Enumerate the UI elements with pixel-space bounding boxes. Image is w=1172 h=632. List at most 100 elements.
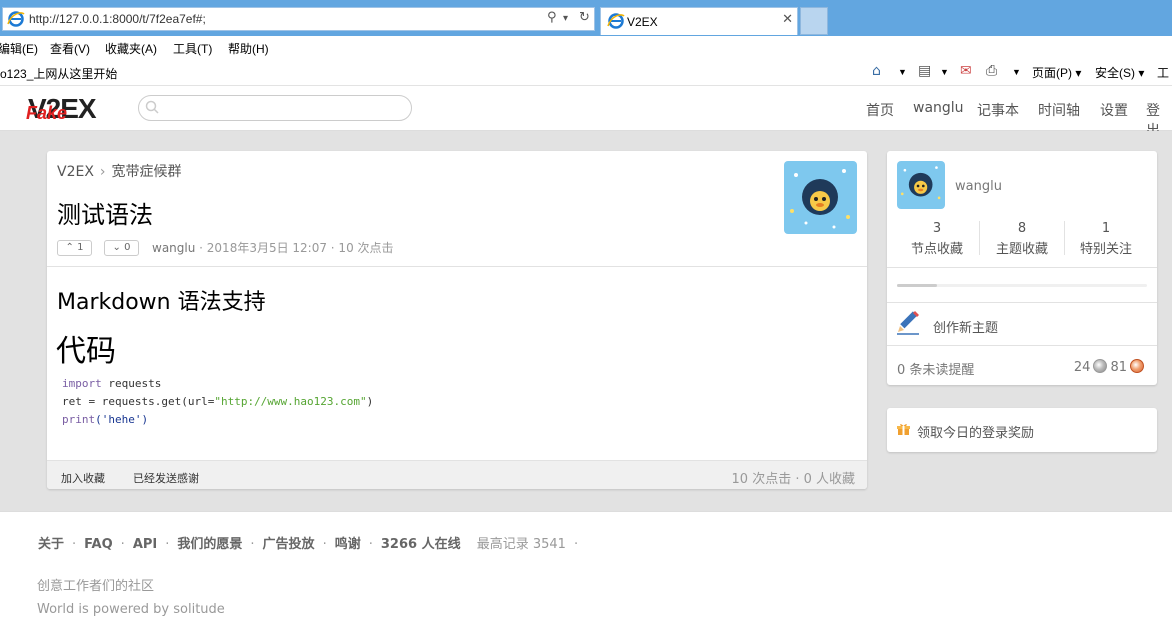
address-text[interactable]: http://127.0.0.1:8000/t/7f2ea7ef#;: [29, 12, 206, 26]
stat-number: 1: [1101, 221, 1111, 236]
print-dropdown-icon[interactable]: ▼: [1012, 67, 1021, 77]
stat-following[interactable]: 1 特别关注: [1063, 221, 1149, 257]
stat-label: 节点收藏: [910, 242, 963, 257]
topic-meta-info: · 2018年3月5日 12:07 · 10 次点击: [195, 241, 394, 255]
topic-footer: 加入收藏 已经发送感谢 10 次点击 · 0 人收藏: [47, 460, 867, 489]
footer-thanks-link[interactable]: 鸣谢: [335, 537, 361, 552]
unread-notifications-link[interactable]: 0 条未读提醒: [897, 359, 974, 378]
breadcrumb-node[interactable]: 宽带症候群: [112, 164, 182, 180]
progress-fill: [897, 284, 937, 287]
code-function: print: [62, 413, 96, 426]
stat-node-favorites[interactable]: 3 节点收藏: [894, 221, 980, 257]
author-avatar[interactable]: [784, 161, 857, 234]
home-dropdown-icon[interactable]: ▼: [898, 67, 907, 77]
topic-stats: 10 次点击 · 0 人收藏: [731, 472, 855, 487]
nav-settings[interactable]: 设置: [1100, 100, 1128, 120]
nav-profile[interactable]: wanglu: [913, 100, 964, 116]
favorite-link[interactable]: o123_上网从这里开始: [0, 65, 117, 82]
topic-meta: wanglu · 2018年3月5日 12:07 · 10 次点击: [152, 239, 394, 256]
footer-dot: ·: [72, 537, 77, 552]
nav-timeline[interactable]: 时间轴: [1038, 100, 1080, 120]
breadcrumb-separator: ›: [99, 164, 106, 180]
downvote-icon: ⌄: [112, 242, 121, 253]
upvote-count: 1: [77, 242, 84, 253]
site-footer: 关于 · FAQ · API · 我们的愿景 · 广告投放 · 鸣谢 · 3266 人在线 最高记录 3…: [0, 511, 1172, 632]
tools-menu[interactable]: 工: [1157, 64, 1169, 81]
downvote-button[interactable]: ⌄ 0: [104, 240, 139, 256]
home-icon[interactable]: ⌂: [872, 63, 881, 79]
code-block: import requests ret = requests.get(url="…: [62, 375, 373, 429]
stat-number: 8: [1017, 221, 1027, 236]
nav-notes[interactable]: 记事本: [977, 100, 1019, 120]
avatar-image: [784, 161, 857, 234]
browser-tab[interactable]: V2EX ✕: [600, 7, 798, 35]
safety-menu[interactable]: 安全(S) ▾: [1095, 64, 1144, 81]
stat-label: 特别关注: [1079, 242, 1132, 257]
silver-coin-icon: [1093, 359, 1108, 373]
menu-tools[interactable]: 工具(T): [173, 40, 212, 57]
safety-menu-label: 安全(S): [1095, 66, 1135, 80]
address-bar[interactable]: http://127.0.0.1:8000/t/7f2ea7ef#; ⚲ ▾ ↻: [2, 7, 595, 31]
tab-title: V2EX: [627, 15, 658, 29]
record-count: 最高记录 3541: [476, 537, 566, 552]
daily-reward-link[interactable]: 领取今日的登录奖励: [917, 422, 1034, 441]
stat-topic-favorites[interactable]: 8 主题收藏: [979, 221, 1065, 257]
sidebar-divider: [887, 302, 1157, 303]
balance-link[interactable]: 24 81: [1074, 359, 1147, 375]
menu-help[interactable]: 帮助(H): [228, 40, 269, 57]
user-avatar[interactable]: [897, 161, 945, 209]
footer-powered: World is powered by solitude: [37, 602, 225, 617]
close-tab-icon[interactable]: ✕: [782, 12, 793, 27]
menu-edit[interactable]: 编辑(E): [0, 40, 38, 57]
footer-links: 关于 · FAQ · API · 我们的愿景 · 广告投放 · 鸣谢 · 3266 人在线 最高记录 3…: [38, 533, 586, 552]
code-text: ret = requests.get(url=: [62, 395, 215, 408]
create-topic-link[interactable]: 创作新主题: [933, 317, 998, 336]
new-tab-button[interactable]: [800, 7, 828, 35]
rss-dropdown-icon[interactable]: ▼: [940, 67, 949, 77]
author-link[interactable]: wanglu: [152, 241, 195, 255]
mail-icon[interactable]: ✉: [960, 63, 972, 79]
search-icon: [145, 100, 159, 114]
menu-view[interactable]: 查看(V): [50, 40, 90, 57]
username-link[interactable]: wanglu: [955, 179, 1002, 194]
rss-icon[interactable]: ▤: [918, 63, 931, 79]
site-header: V2EX Fake 首页 wanglu 记事本 时间轴 设置 登出: [0, 87, 1172, 139]
footer-tagline: 创意工作者们的社区: [37, 579, 155, 594]
code-string: ('hehe'): [95, 413, 149, 426]
code-line: ret = requests.get(url="http://www.hao12…: [62, 393, 373, 411]
footer-mission-link[interactable]: 我们的愿景: [177, 537, 242, 552]
print-icon[interactable]: ⎙: [986, 63, 997, 79]
nav-home[interactable]: 首页: [866, 100, 894, 120]
add-favorite-link[interactable]: 加入收藏: [61, 470, 105, 486]
site-logo[interactable]: V2EX Fake: [26, 93, 126, 124]
thanks-sent-label: 已经发送感谢: [133, 472, 199, 485]
silver-count: 24: [1073, 360, 1091, 375]
page-menu[interactable]: 页面(P) ▾: [1032, 64, 1081, 81]
footer-ads-link[interactable]: 广告投放: [263, 537, 315, 552]
code-keyword: import: [62, 377, 102, 390]
avatar-image: [897, 161, 945, 209]
code-text: requests: [101, 377, 162, 390]
browser-titlebar: http://127.0.0.1:8000/t/7f2ea7ef#; ⚲ ▾ ↻…: [0, 0, 1172, 36]
bronze-count: 81: [1110, 360, 1127, 375]
search-input[interactable]: [138, 95, 412, 121]
footer-space: [467, 537, 471, 552]
footer-api-link[interactable]: API: [133, 537, 157, 552]
dropdown-icon[interactable]: ▾: [563, 13, 568, 24]
footer-about-link[interactable]: 关于: [38, 537, 64, 552]
progress-bar: [897, 284, 1147, 287]
stat-number: 3: [932, 221, 942, 236]
upvote-button[interactable]: ⌃ 1: [57, 240, 92, 256]
menu-favorites[interactable]: 收藏夹(A): [105, 40, 157, 57]
search-icon[interactable]: ⚲: [547, 10, 557, 25]
bronze-coin-icon: [1130, 359, 1144, 373]
topic-title: 测试语法: [57, 201, 153, 229]
footer-faq-link[interactable]: FAQ: [84, 537, 113, 552]
content-heading-1: Markdown 语法支持: [57, 290, 266, 315]
breadcrumb-root[interactable]: V2EX: [57, 164, 94, 180]
refresh-icon[interactable]: ↻: [579, 10, 590, 25]
footer-dot: ·: [368, 537, 373, 552]
sidebar-divider: [887, 267, 1157, 268]
code-text: ): [366, 395, 374, 408]
page-menu-label: 页面(P): [1032, 66, 1072, 80]
